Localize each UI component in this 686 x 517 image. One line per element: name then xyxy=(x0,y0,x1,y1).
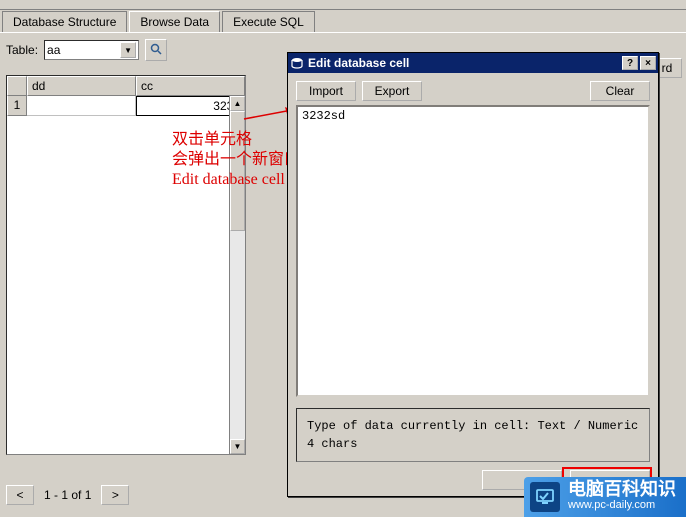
status-length: 4 chars xyxy=(307,435,639,453)
app-icon xyxy=(290,56,304,70)
grid-header: dd cc xyxy=(7,76,245,96)
site-watermark: 电脑百科知识 www.pc-daily.com xyxy=(524,477,686,517)
chevron-down-icon[interactable]: ▼ xyxy=(120,42,136,58)
table-combo-value: aa xyxy=(47,43,120,57)
scroll-thumb[interactable] xyxy=(230,111,245,231)
clear-button[interactable]: Clear xyxy=(590,81,650,101)
refresh-button[interactable] xyxy=(145,39,167,61)
main-toolbar xyxy=(0,0,686,10)
main-tabs: Database Structure Browse Data Execute S… xyxy=(0,10,686,32)
export-button[interactable]: Export xyxy=(362,81,422,101)
search-icon xyxy=(150,43,162,58)
table-combo[interactable]: aa ▼ xyxy=(44,40,139,60)
data-grid: dd cc 1 3232 ▲ ▼ xyxy=(6,75,246,455)
watermark-title: 电脑百科知识 xyxy=(568,481,676,497)
row-index[interactable]: 1 xyxy=(7,96,27,116)
dialog-body: Import Export Clear 3232sd Type of data … xyxy=(288,73,658,470)
monitor-icon xyxy=(530,482,560,512)
table-row: 1 3232 xyxy=(7,96,245,116)
import-button[interactable]: Import xyxy=(296,81,356,101)
cell-dd[interactable] xyxy=(27,96,136,116)
tab-database-structure[interactable]: Database Structure xyxy=(2,11,127,32)
column-header[interactable]: cc xyxy=(136,76,245,96)
page-next-button[interactable]: > xyxy=(101,485,129,505)
cell-value-textarea[interactable]: 3232sd xyxy=(296,105,650,397)
column-header[interactable]: dd xyxy=(27,76,136,96)
table-label: Table: xyxy=(6,43,38,57)
cell-status-box: Type of data currently in cell: Text / N… xyxy=(296,408,650,462)
dialog-titlebar[interactable]: Edit database cell ? × xyxy=(288,53,658,73)
page-prev-button[interactable]: < xyxy=(6,485,34,505)
status-type: Type of data currently in cell: Text / N… xyxy=(307,417,639,435)
tab-label: Browse Data xyxy=(140,15,209,29)
dialog-title: Edit database cell xyxy=(308,56,409,70)
tab-browse-data[interactable]: Browse Data xyxy=(129,11,220,32)
help-button[interactable]: ? xyxy=(622,56,638,70)
tab-label: Database Structure xyxy=(13,15,116,29)
tab-label: Execute SQL xyxy=(233,15,304,29)
grid-corner[interactable] xyxy=(7,76,27,96)
grid-vertical-scrollbar[interactable]: ▲ ▼ xyxy=(229,96,245,454)
pager: < 1 - 1 of 1 > xyxy=(6,485,129,505)
tab-execute-sql[interactable]: Execute SQL xyxy=(222,11,315,32)
pager-text: 1 - 1 of 1 xyxy=(38,488,97,502)
close-button[interactable]: × xyxy=(640,56,656,70)
watermark-url: www.pc-daily.com xyxy=(568,497,676,513)
scroll-up-button[interactable]: ▲ xyxy=(230,96,245,111)
edit-cell-dialog: Edit database cell ? × Import Export Cle… xyxy=(287,52,659,497)
dialog-toolbar: Import Export Clear xyxy=(296,81,650,101)
scroll-down-button[interactable]: ▼ xyxy=(230,439,245,454)
